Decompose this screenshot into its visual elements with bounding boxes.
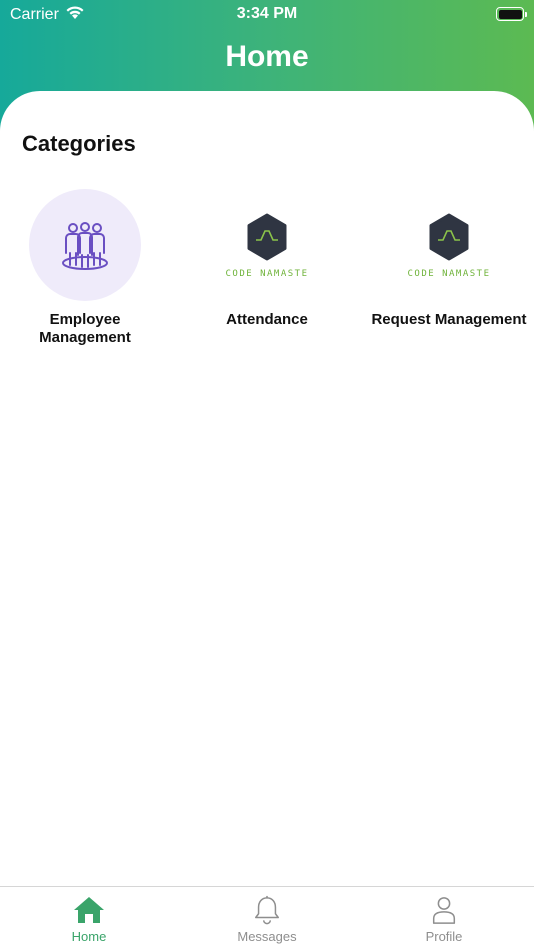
category-request-management[interactable]: CODE NAMASTE Request Management [364, 189, 534, 329]
category-employee-management[interactable]: Employee Management [0, 189, 170, 347]
category-label: Attendance [226, 311, 308, 328]
category-attendance[interactable]: CODE NAMASTE Attendance [182, 189, 352, 329]
tab-label: Profile [425, 929, 463, 944]
page-title: Home [225, 40, 309, 73]
tab-messages[interactable]: Messages [207, 895, 327, 944]
bell-icon [255, 895, 279, 925]
tab-label: Home [71, 929, 107, 944]
category-label: Request Management [371, 311, 527, 328]
status-bar: Carrier 3:34 PM [0, 0, 534, 30]
battery-icon [496, 7, 527, 21]
code-namaste-logo: CODE NAMASTE [211, 189, 323, 301]
tab-bar: Home Messages Profile [0, 886, 534, 950]
people-group-icon [29, 189, 141, 301]
logo-text: CODE NAMASTE [225, 269, 309, 279]
status-time: 3:34 PM [236, 5, 298, 22]
home-icon [74, 897, 104, 923]
tab-label: Messages [237, 929, 297, 944]
main-content: Categories Employee Management CODE NAMA… [0, 91, 534, 887]
code-namaste-logo: CODE NAMASTE [393, 189, 505, 301]
categories-heading: Categories [22, 131, 136, 156]
category-label: Employee Management [39, 311, 131, 346]
tab-home[interactable]: Home [29, 895, 149, 944]
user-icon [432, 897, 456, 924]
tab-profile[interactable]: Profile [384, 895, 504, 944]
logo-text: CODE NAMASTE [407, 269, 491, 279]
